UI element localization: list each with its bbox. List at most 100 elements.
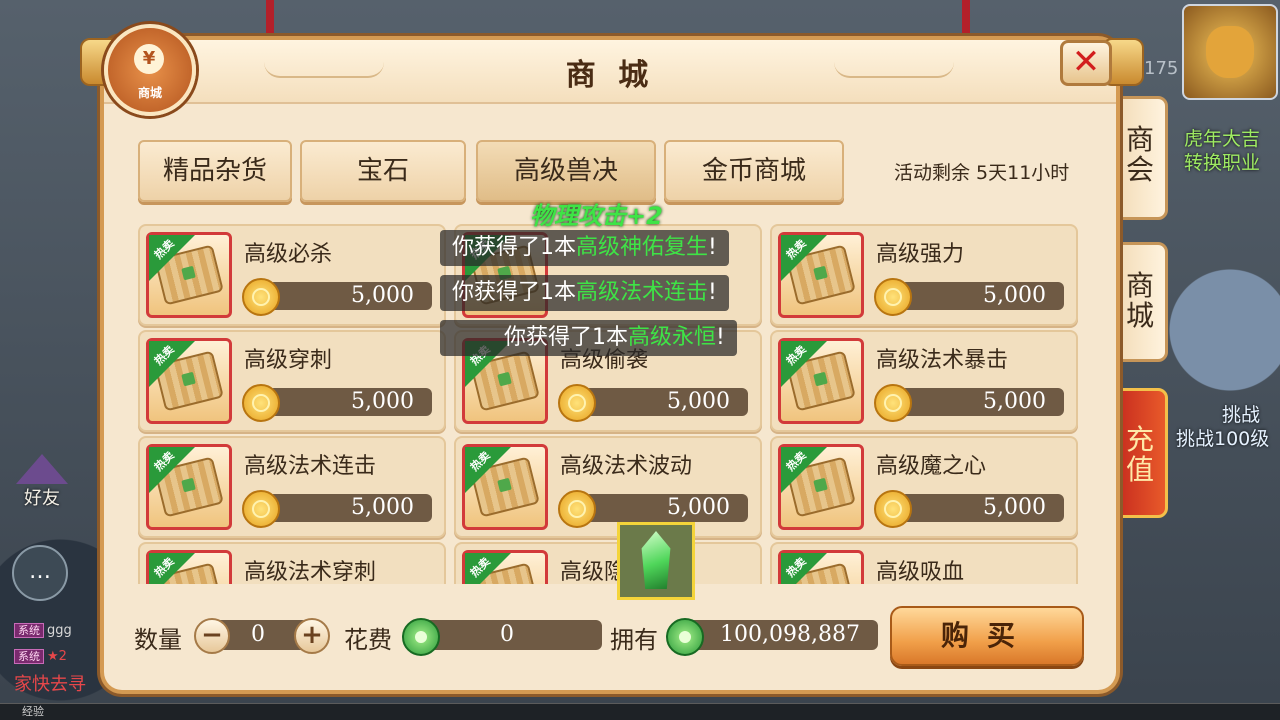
coin-face bbox=[568, 500, 586, 518]
gold-coin-icon bbox=[874, 490, 912, 528]
item-price: 5,000 bbox=[351, 495, 414, 520]
toast-prefix: 你获得了1本 bbox=[452, 235, 576, 260]
item-name: 高级强力 bbox=[876, 242, 965, 267]
gold-coin-icon bbox=[874, 384, 912, 422]
item-name: 高级穿刺 bbox=[244, 348, 333, 373]
item-frame: 热卖 bbox=[778, 550, 864, 584]
chat-text: ggg bbox=[47, 623, 72, 638]
jade-hole bbox=[679, 631, 691, 643]
item-card[interactable]: 热卖 高级强力 5,000 bbox=[770, 224, 1078, 326]
tab-premium-goods[interactable]: 精品杂货 bbox=[138, 140, 292, 202]
item-name: 高级魔之心 bbox=[876, 454, 987, 479]
gold-coin-icon bbox=[558, 490, 596, 528]
cost-value: 0 bbox=[412, 620, 602, 650]
toast-prefix: 你获得了1本 bbox=[504, 325, 628, 350]
chat-bubble-icon: … bbox=[29, 559, 51, 584]
item-card[interactable]: 热卖 高级必杀 5,000 bbox=[138, 224, 446, 326]
chat-line: 系统 ★2 bbox=[14, 648, 67, 664]
tab-label: 商会 bbox=[1125, 123, 1154, 186]
price-bar: 5,000 bbox=[584, 388, 748, 416]
item-price: 5,000 bbox=[351, 283, 414, 308]
toast-suffix: ! bbox=[708, 235, 717, 260]
item-frame: 热卖 bbox=[778, 338, 864, 424]
item-name: 高级法术暴击 bbox=[876, 348, 1009, 373]
item-name: 高级法术连击 bbox=[244, 454, 377, 479]
coin-face bbox=[252, 394, 270, 412]
quantity-label: 数量 bbox=[134, 626, 182, 654]
selected-gem-item[interactable] bbox=[617, 522, 695, 600]
player-level: 175 bbox=[1144, 58, 1179, 79]
event-link-new-year[interactable]: 虎年大吉 bbox=[1184, 124, 1260, 151]
toast-prefix: 你获得了1本 bbox=[452, 280, 576, 305]
gold-coin-icon bbox=[558, 384, 596, 422]
hanging-rope bbox=[962, 0, 970, 40]
item-price: 5,000 bbox=[983, 495, 1046, 520]
item-card[interactable]: 热卖 高级穿刺 5,000 bbox=[138, 330, 446, 432]
item-frame: 热卖 bbox=[462, 444, 548, 530]
item-price: 5,000 bbox=[667, 495, 730, 520]
tab-merchant-guild[interactable]: 商会 bbox=[1112, 96, 1168, 220]
chat-line: 系统 ggg bbox=[14, 622, 72, 638]
item-frame: 热卖 bbox=[462, 550, 548, 584]
price-bar: 5,000 bbox=[268, 282, 432, 310]
item-card[interactable]: 热卖 高级隐 bbox=[454, 542, 762, 584]
system-tag: 系统 bbox=[14, 623, 44, 638]
event-countdown: 活动剩余 5天11小时 bbox=[894, 162, 1070, 184]
decrease-quantity-button[interactable]: − bbox=[194, 618, 230, 654]
event-link-challenge-100[interactable]: 挑战100级 bbox=[1176, 424, 1269, 451]
tab-mall[interactable]: 商城 bbox=[1112, 242, 1168, 362]
toast-item: 高级神佑复生 bbox=[576, 235, 709, 260]
item-card[interactable]: 热卖 高级魔之心 5,000 bbox=[770, 436, 1078, 538]
item-card[interactable]: 热卖 高级法术暴击 5,000 bbox=[770, 330, 1078, 432]
item-name: 高级吸血 bbox=[876, 560, 965, 584]
item-card[interactable]: 热卖 高级法术波动 5,000 bbox=[454, 436, 762, 538]
shop-emblem-label: 商城 bbox=[137, 86, 162, 100]
coin-face bbox=[252, 500, 270, 518]
coin-face bbox=[884, 394, 902, 412]
tab-advanced-skills[interactable]: 高级兽决 bbox=[476, 140, 656, 202]
tab-gold-shop[interactable]: 金币商城 bbox=[664, 140, 844, 202]
panel-header: 商 城 bbox=[104, 40, 1116, 104]
tab-gems[interactable]: 宝石 bbox=[300, 140, 466, 202]
coin-face bbox=[884, 288, 902, 306]
gold-coin-icon bbox=[242, 384, 280, 422]
item-price: 5,000 bbox=[667, 389, 730, 414]
item-frame: 热卖 bbox=[778, 444, 864, 530]
gold-coin-icon bbox=[242, 278, 280, 316]
reward-toast: 你获得了1本高级永恒! bbox=[440, 320, 737, 356]
price-bar: 5,000 bbox=[584, 494, 748, 522]
item-frame: 热卖 bbox=[146, 444, 232, 530]
reward-toast: 你获得了1本高级法术连击! bbox=[440, 275, 729, 311]
tiger-portrait-icon bbox=[1206, 26, 1254, 78]
friends-button[interactable]: 好友 bbox=[10, 450, 74, 514]
buy-button[interactable]: 购买 bbox=[890, 606, 1084, 666]
coin-bag-icon: ¥ bbox=[134, 44, 164, 74]
item-card[interactable]: 热卖 高级法术连击 5,000 bbox=[138, 436, 446, 538]
item-card[interactable]: 热卖 高级法术穿刺 bbox=[138, 542, 446, 584]
chat-button[interactable]: … bbox=[12, 545, 68, 601]
price-bar: 5,000 bbox=[900, 494, 1064, 522]
chat-text: ★2 bbox=[47, 649, 67, 664]
coin-face bbox=[252, 288, 270, 306]
coin-face bbox=[884, 500, 902, 518]
item-frame: 热卖 bbox=[778, 232, 864, 318]
toast-item: 高级法术连击 bbox=[576, 280, 709, 305]
exp-label: 经验 bbox=[22, 705, 44, 718]
event-link-class-change[interactable]: 转换职业 bbox=[1184, 148, 1260, 175]
close-button[interactable]: ✕ bbox=[1060, 40, 1112, 86]
hanging-rope bbox=[266, 0, 274, 40]
item-price: 5,000 bbox=[983, 283, 1046, 308]
gold-coin-icon bbox=[874, 278, 912, 316]
item-name: 高级必杀 bbox=[244, 242, 333, 267]
increase-quantity-button[interactable]: + bbox=[294, 618, 330, 654]
green-crystal-icon bbox=[641, 531, 671, 589]
tab-recharge[interactable]: 充值 bbox=[1112, 388, 1168, 518]
cost-label: 花费 bbox=[344, 626, 392, 654]
event-link-challenge[interactable]: 挑战 bbox=[1222, 400, 1260, 427]
item-card[interactable]: 热卖 高级吸血 bbox=[770, 542, 1078, 584]
item-name: 高级法术穿刺 bbox=[244, 560, 377, 584]
player-avatar[interactable] bbox=[1182, 4, 1278, 100]
price-bar: 5,000 bbox=[268, 388, 432, 416]
hint-text: 家快去寻 bbox=[14, 674, 86, 695]
jade-hole bbox=[415, 631, 427, 643]
